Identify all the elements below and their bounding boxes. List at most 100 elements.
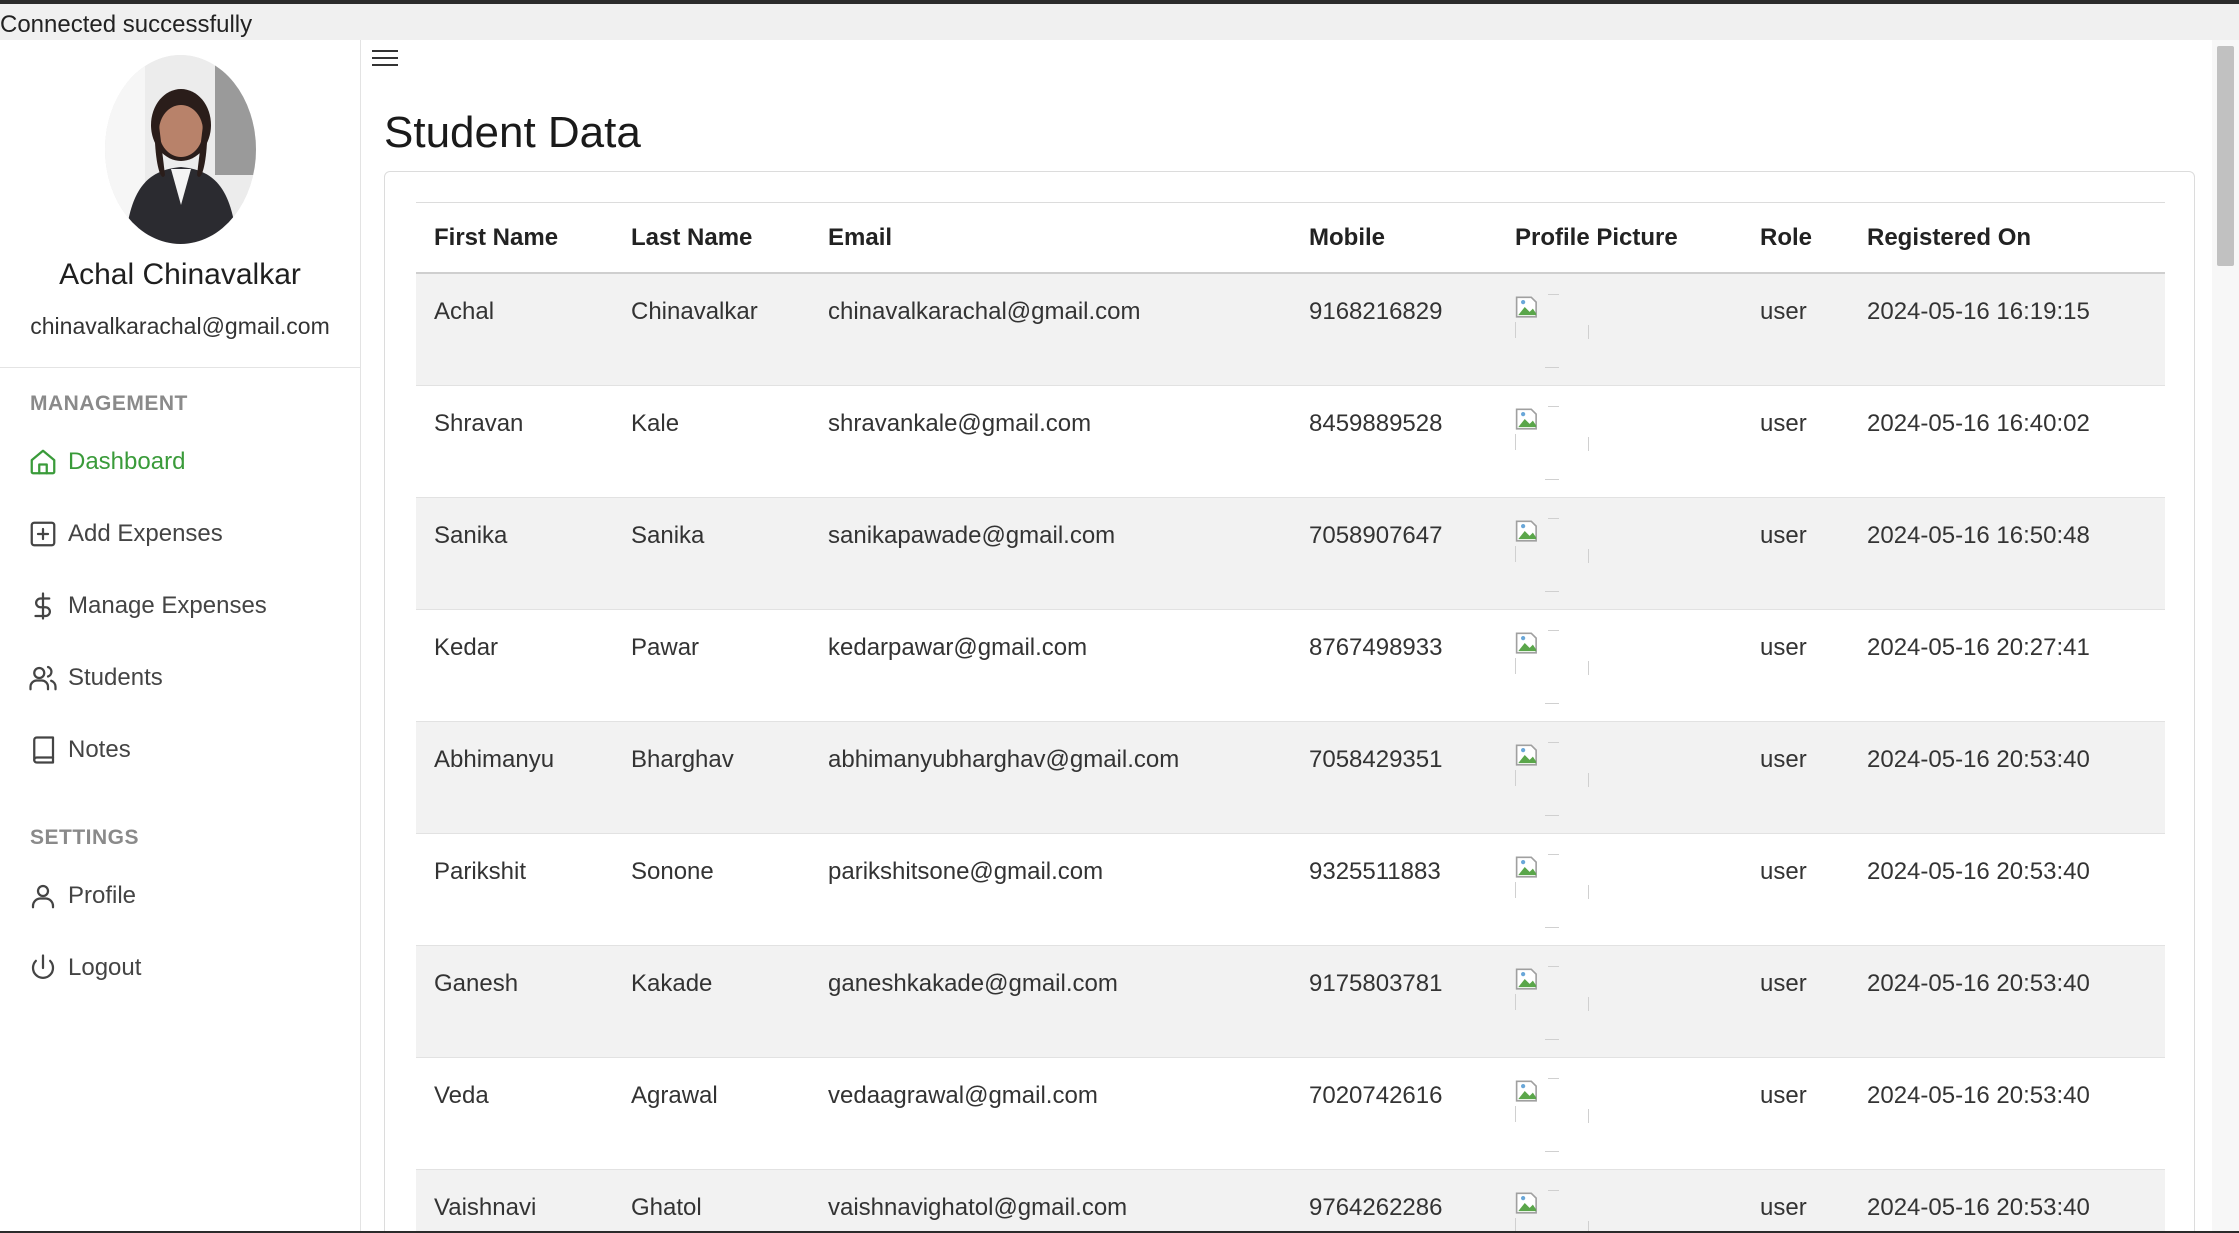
section-heading-management: MANAGEMENT	[30, 392, 188, 415]
first-name-cell: Ganesh	[416, 945, 613, 1058]
home-icon	[30, 449, 56, 475]
sidebar-item-students[interactable]: Students	[28, 656, 163, 700]
sidebar-item-label: Logout	[68, 954, 142, 981]
page-scrollbar[interactable]	[2212, 40, 2239, 1233]
email-cell: shravankale@gmail.com	[810, 385, 1291, 498]
broken-image-icon	[1515, 1077, 1589, 1152]
email-cell: vedaagrawal@gmail.com	[810, 1057, 1291, 1170]
table-row: Ganesh Kakade ganeshkakade@gmail.com 917580…	[416, 945, 2165, 1058]
sidebar: Achal Chinavalkar chinavalkarachal@gmail…	[0, 40, 361, 1233]
page-title: Student Data	[384, 108, 641, 157]
broken-image-icon	[1515, 1189, 1589, 1233]
registered-on-cell: 2024-05-16 16:50:48	[1849, 497, 2165, 610]
broken-image-glyph	[1515, 1191, 1537, 1214]
column-header-last-name[interactable]: Last Name	[613, 203, 810, 274]
sidebar-item-manage-expenses[interactable]: Manage Expenses	[28, 584, 267, 628]
sidebar-item-profile[interactable]: Profile	[28, 874, 136, 918]
email-cell: vaishnavighatol@gmail.com	[810, 1169, 1291, 1233]
table-row: Parikshit Sonone parikshitsone@gmail.com 93…	[416, 833, 2165, 946]
mobile-cell: 8767498933	[1291, 609, 1497, 722]
profile-picture-cell	[1497, 721, 1742, 834]
last-name-cell: Agrawal	[613, 1057, 810, 1170]
registered-on-cell: 2024-05-16 20:53:40	[1849, 1169, 2165, 1233]
registered-on-cell: 2024-05-16 20:53:40	[1849, 833, 2165, 946]
broken-image-glyph	[1515, 743, 1537, 766]
registered-on-cell: 2024-05-16 20:53:40	[1849, 721, 2165, 834]
last-name-cell: Sonone	[613, 833, 810, 946]
user-email: chinavalkarachal@gmail.com	[30, 313, 330, 339]
student-data-card: First Name Last Name Email Mobile Profil…	[384, 171, 2195, 1233]
menu-line	[372, 50, 398, 52]
broken-image-glyph	[1515, 631, 1537, 654]
mobile-cell: 9764262286	[1291, 1169, 1497, 1233]
dollar-icon	[34, 592, 51, 620]
section-heading-settings: SETTINGS	[30, 826, 140, 849]
last-name-cell: Ghatol	[613, 1169, 810, 1233]
profile-picture-cell	[1497, 833, 1742, 946]
last-name-cell: Chinavalkar	[613, 273, 810, 386]
email-cell: abhimanyubharghav@gmail.com	[810, 721, 1291, 834]
connection-status-text: Connected successfully	[0, 11, 253, 38]
table-row: Veda Agrawal vedaagrawal@gmail.com 70207426…	[416, 1057, 2165, 1170]
menu-toggle-icon[interactable]	[370, 44, 400, 72]
broken-image-icon	[1515, 629, 1589, 704]
first-name-cell: Achal	[416, 273, 613, 386]
first-name-cell: Abhimanyu	[416, 721, 613, 834]
last-name-cell: Kale	[613, 385, 810, 498]
role-cell: user	[1742, 1169, 1849, 1233]
last-name-cell: Sanika	[613, 497, 810, 610]
email-cell: kedarpawar@gmail.com	[810, 609, 1291, 722]
power-icon	[31, 954, 55, 980]
registered-on-cell: 2024-05-16 20:53:40	[1849, 945, 2165, 1058]
column-header-profile-picture[interactable]: Profile Picture	[1497, 203, 1742, 274]
scrollbar-thumb[interactable]	[2217, 46, 2234, 266]
role-cell: user	[1742, 721, 1849, 834]
profile-picture-cell	[1497, 609, 1742, 722]
sidebar-item-label: Profile	[68, 882, 137, 909]
column-header-email[interactable]: Email	[810, 203, 1291, 274]
registered-on-cell: 2024-05-16 20:27:41	[1849, 609, 2165, 722]
role-cell: user	[1742, 497, 1849, 610]
broken-image-icon	[1515, 517, 1589, 592]
table-row: Sanika Sanika sanikapawade@gmail.com 705890…	[416, 497, 2165, 610]
mobile-cell: 7058907647	[1291, 497, 1497, 610]
last-name-cell: Kakade	[613, 945, 810, 1058]
student-table: First Name Last Name Email Mobile Profil…	[416, 203, 2165, 1233]
broken-image-glyph	[1515, 1079, 1537, 1102]
role-cell: user	[1742, 385, 1849, 498]
profile-picture-cell	[1497, 945, 1742, 1058]
profile-picture-cell	[1497, 497, 1742, 610]
broken-image-icon	[1515, 405, 1589, 480]
user-icon	[31, 884, 55, 909]
user-name: Achal Chinavalkar	[59, 258, 301, 291]
email-cell: parikshitsone@gmail.com	[810, 833, 1291, 946]
profile-picture-cell	[1497, 1057, 1742, 1170]
table-header-row: First Name Last Name Email Mobile Profil…	[416, 203, 2165, 274]
last-name-cell: Pawar	[613, 609, 810, 722]
column-header-first-name[interactable]: First Name	[416, 203, 613, 274]
registered-on-cell: 2024-05-16 16:40:02	[1849, 385, 2165, 498]
first-name-cell: Sanika	[416, 497, 613, 610]
broken-image-icon	[1515, 741, 1589, 816]
first-name-cell: Kedar	[416, 609, 613, 722]
sidebar-item-notes[interactable]: Notes	[28, 728, 131, 772]
sidebar-item-dashboard[interactable]: Dashboard	[28, 440, 185, 484]
column-header-mobile[interactable]: Mobile	[1291, 203, 1497, 274]
broken-image-icon	[1515, 965, 1589, 1040]
email-cell: sanikapawade@gmail.com	[810, 497, 1291, 610]
sidebar-item-logout[interactable]: Logout	[28, 946, 141, 990]
broken-image-glyph	[1515, 967, 1537, 990]
mobile-cell: 9325511883	[1291, 833, 1497, 946]
column-header-registered-on[interactable]: Registered On	[1849, 203, 2165, 274]
role-cell: user	[1742, 1057, 1849, 1170]
first-name-cell: Parikshit	[416, 833, 613, 946]
role-cell: user	[1742, 945, 1849, 1058]
broken-image-glyph	[1515, 855, 1537, 878]
table-row: Shravan Kale shravankale@gmail.com 84598895…	[416, 385, 2165, 498]
table-row: Achal Chinavalkar chinavalkarachal@gmail.c…	[416, 273, 2165, 386]
role-cell: user	[1742, 609, 1849, 722]
broken-image-glyph	[1515, 296, 1537, 318]
column-header-role[interactable]: Role	[1742, 203, 1849, 274]
registered-on-cell: 2024-05-16 16:19:15	[1849, 273, 2165, 386]
sidebar-item-add-expenses[interactable]: Add Expenses	[28, 512, 223, 556]
